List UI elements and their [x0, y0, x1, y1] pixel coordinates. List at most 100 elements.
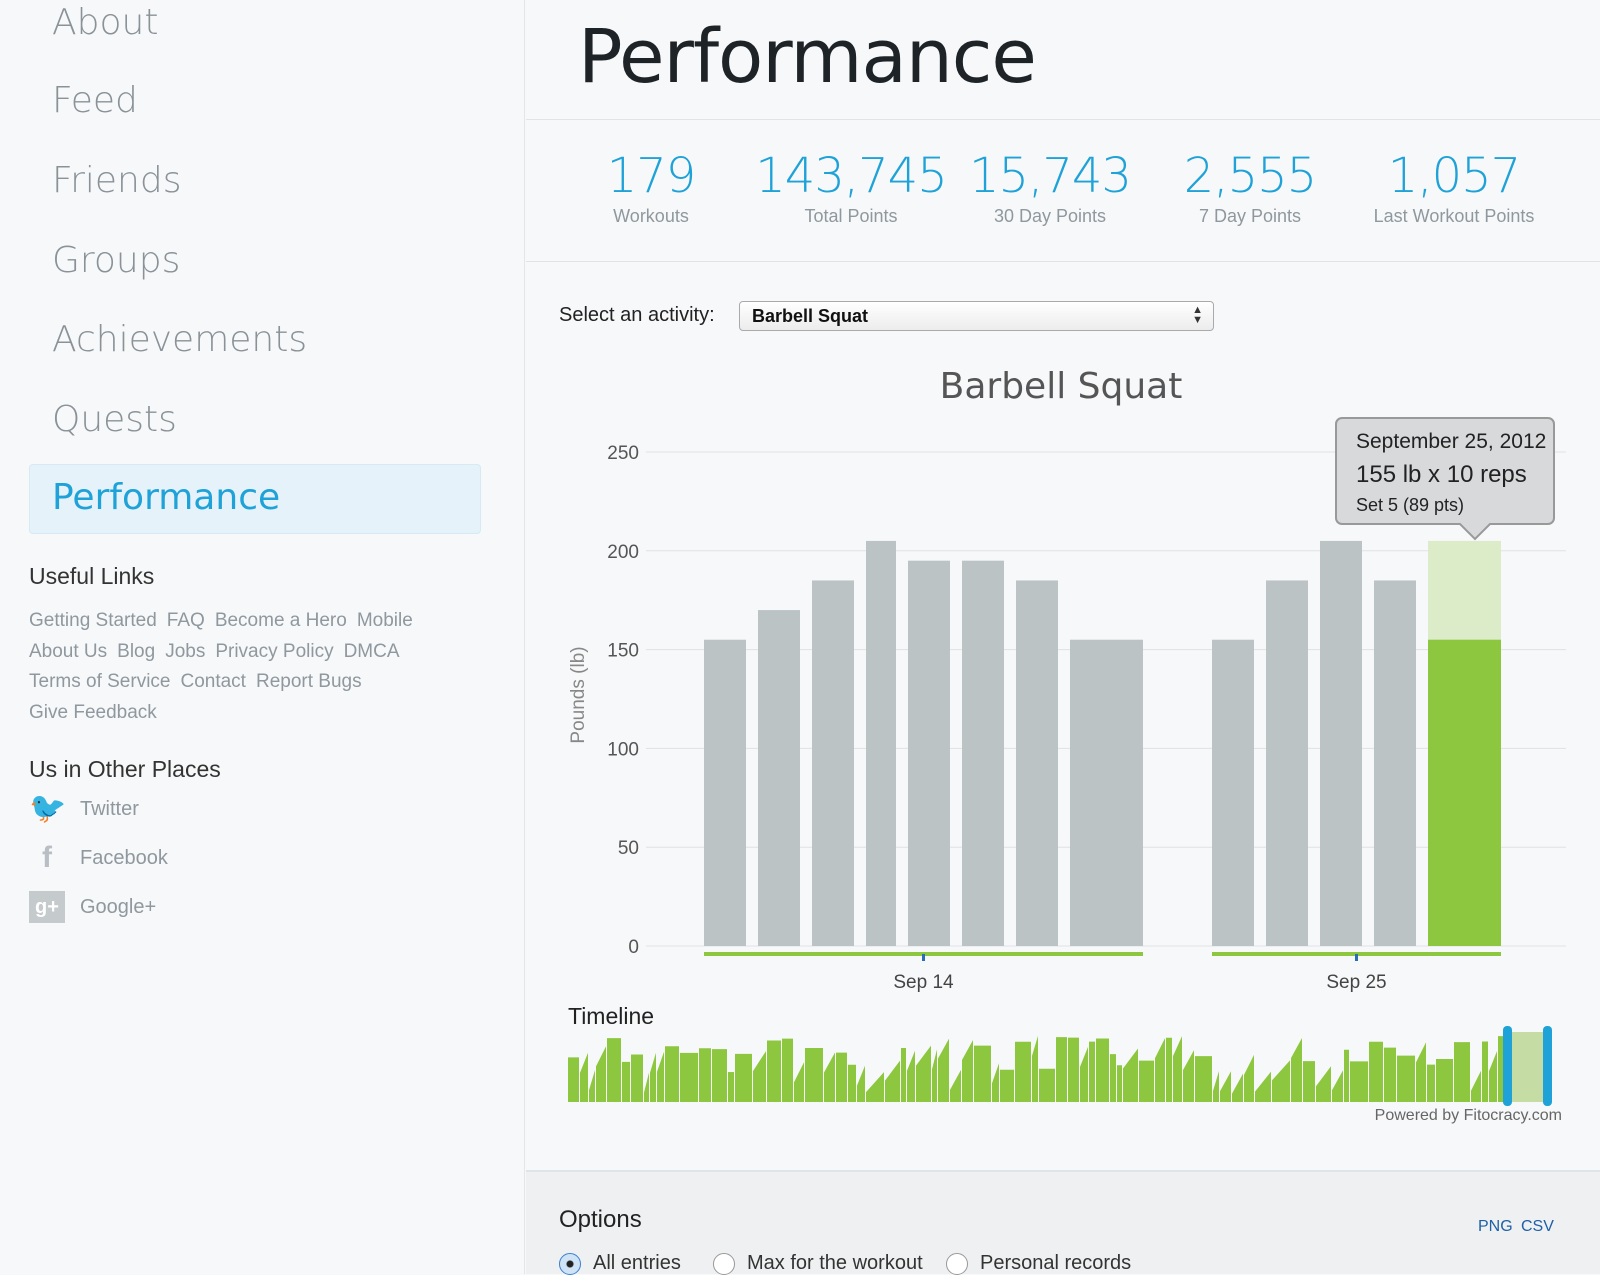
y-axis-label: Pounds (lb): [568, 646, 589, 743]
timeline-bar: [1089, 1041, 1095, 1102]
nav-performance[interactable]: Performance: [29, 464, 481, 534]
csv-export-link[interactable]: CSV: [1521, 1218, 1554, 1236]
timeline-bar: [1255, 1071, 1271, 1102]
useful-link[interactable]: About Us: [29, 641, 107, 662]
radio-unchecked-icon: [946, 1252, 968, 1275]
nav-quests[interactable]: Quests: [52, 399, 177, 440]
timeline-bar: [1000, 1069, 1014, 1102]
x-tick-label: Sep 25: [1326, 972, 1386, 993]
options-heading: Options: [559, 1206, 642, 1233]
options-panel: Options PNG CSV All entries Max for the …: [526, 1170, 1600, 1275]
sidebar: About Feed Friends Groups Achievements Q…: [0, 0, 525, 1274]
twitter-label: Twitter: [80, 797, 139, 820]
useful-link[interactable]: Contact: [180, 671, 245, 692]
radio-all-entries[interactable]: All entries: [559, 1252, 681, 1275]
radio-max-for-workout[interactable]: Max for the workout: [713, 1252, 923, 1275]
timeline-bar: [901, 1047, 906, 1102]
timeline-bar: [699, 1048, 711, 1102]
twitter-link[interactable]: 🐦 Twitter: [29, 793, 139, 825]
tooltip-detail: Set 5 (89 pts): [1356, 495, 1464, 515]
timeline-bar: [1096, 1038, 1109, 1102]
timeline-bar: [753, 1051, 766, 1102]
timeline-bar: [1056, 1037, 1067, 1102]
useful-links: Getting Started FAQ Become a Hero Mobile Abo…: [29, 606, 469, 728]
timeline-handle-left[interactable]: [1503, 1026, 1512, 1106]
chart[interactable]: Barbell Squat 0 50 100 150 200 250 Pounds (lb) S…: [526, 0, 1600, 1170]
other-places-heading: Us in Other Places: [29, 756, 221, 782]
nav-performance-label: Performance: [52, 477, 281, 518]
timeline-bar: [1436, 1058, 1453, 1102]
timeline-bar: [650, 1052, 656, 1102]
useful-link[interactable]: Report Bugs: [256, 671, 362, 692]
timeline-bar: [1068, 1037, 1079, 1102]
nav-about[interactable]: About: [52, 2, 158, 43]
timeline-bar: [932, 1049, 937, 1102]
timeline-bar: [1183, 1050, 1194, 1102]
timeline-bar: [1316, 1066, 1331, 1102]
timeline-bar: [580, 1052, 588, 1102]
timeline-bar: [950, 1069, 961, 1102]
timeline-bar: [1155, 1038, 1165, 1102]
timeline-bar: [1344, 1049, 1349, 1102]
useful-link[interactable]: DMCA: [344, 641, 400, 662]
useful-link[interactable]: Give Feedback: [29, 702, 157, 723]
y-tick-label: 100: [607, 739, 639, 760]
chart-title: Barbell Squat: [940, 366, 1183, 407]
bar-selected: [1428, 639, 1501, 946]
tooltip-date: September 25, 2012: [1356, 430, 1546, 453]
timeline-bar: [1166, 1037, 1172, 1102]
radio-unchecked-icon: [713, 1252, 735, 1275]
google-plus-link[interactable]: g+ Google+: [29, 891, 156, 923]
bar: [1016, 580, 1058, 946]
y-tick-label: 200: [607, 542, 639, 563]
useful-link[interactable]: Blog: [117, 641, 155, 662]
y-tick-label: 50: [618, 838, 639, 859]
useful-link[interactable]: Mobile: [357, 610, 413, 631]
useful-link[interactable]: FAQ: [167, 610, 205, 631]
timeline-handle-right[interactable]: [1543, 1026, 1552, 1106]
timeline-bar: [1397, 1055, 1415, 1102]
useful-link[interactable]: Terms of Service: [29, 671, 170, 692]
bar: [1212, 639, 1254, 946]
timeline-bar: [805, 1047, 823, 1102]
timeline-bar: [1454, 1042, 1470, 1102]
timeline-bar: [836, 1052, 847, 1102]
useful-link[interactable]: Become a Hero: [215, 610, 347, 631]
timeline-bar: [992, 1063, 999, 1102]
useful-link[interactable]: Privacy Policy: [215, 641, 333, 662]
useful-link[interactable]: Getting Started: [29, 610, 157, 631]
nav-friends[interactable]: Friends: [52, 160, 181, 201]
timeline-bar: [1369, 1041, 1383, 1102]
y-tick-label: 0: [628, 937, 639, 958]
y-tick-label: 150: [607, 641, 639, 662]
timeline-bar: [1332, 1070, 1343, 1102]
bar: [1266, 580, 1308, 946]
timeline-bar: [644, 1072, 649, 1102]
timeline-bar: [1384, 1047, 1396, 1102]
bar: [1070, 639, 1143, 946]
nav-achievements[interactable]: Achievements: [52, 319, 307, 360]
nav-feed[interactable]: Feed: [52, 80, 138, 121]
facebook-link[interactable]: f Facebook: [29, 842, 168, 874]
timeline-bar: [665, 1046, 679, 1102]
timeline-bar: [1416, 1042, 1426, 1102]
nav-groups[interactable]: Groups: [52, 240, 180, 281]
timeline-bar: [1117, 1065, 1122, 1102]
useful-link[interactable]: Jobs: [165, 641, 205, 662]
timeline-bar: [974, 1045, 991, 1102]
timeline-bar: [1291, 1038, 1302, 1102]
timeline-bar: [824, 1052, 835, 1102]
timeline-bar: [1272, 1060, 1290, 1102]
timeline-bar: [1015, 1041, 1031, 1102]
png-export-link[interactable]: PNG: [1478, 1218, 1513, 1236]
timeline-bar: [938, 1038, 949, 1102]
timeline-bar: [907, 1050, 915, 1102]
x-tick-label: Sep 14: [893, 972, 954, 993]
y-tick-label: 250: [607, 443, 639, 464]
bar: [962, 560, 1004, 946]
radio-personal-records[interactable]: Personal records: [946, 1252, 1131, 1275]
bar: [1374, 580, 1416, 946]
bar: [704, 639, 746, 946]
timeline-bar: [1195, 1056, 1212, 1102]
bar: [866, 540, 896, 946]
